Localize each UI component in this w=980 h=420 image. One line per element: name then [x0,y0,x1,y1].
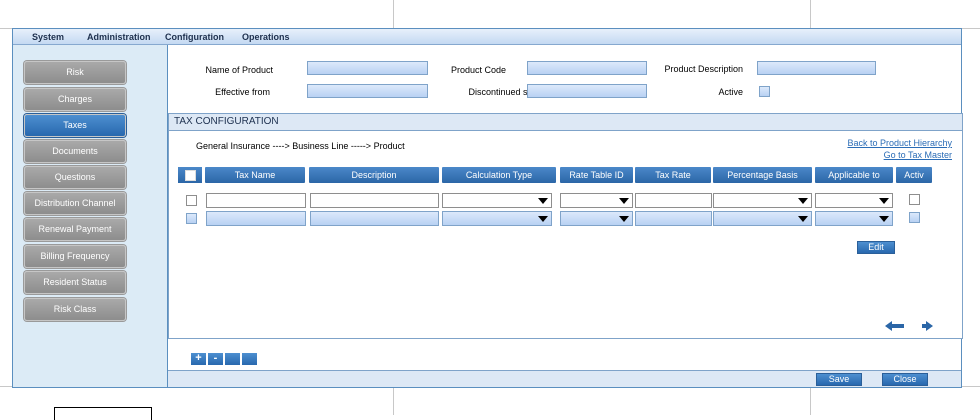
arrow-right-icon[interactable] [921,321,941,331]
select-all-checkbox[interactable] [185,170,196,181]
guide-line [961,386,980,387]
sidebar-item-risk[interactable]: Risk [24,61,126,84]
offscreen-box [54,407,152,420]
tax-name-input[interactable] [206,193,306,208]
chevron-down-icon [538,216,548,222]
chevron-down-icon [798,216,808,222]
product-name-input[interactable] [307,61,428,75]
rate-table-id-select[interactable] [560,193,633,208]
col-description: Description [309,167,439,183]
app-window: System Administration Configuration Oper… [12,28,963,388]
product-code-label: Product Code [450,65,506,75]
row-active-checkbox[interactable] [909,212,920,223]
guide-line [0,386,12,387]
tax-name-input[interactable] [206,211,306,226]
percentage-basis-select[interactable] [713,211,812,226]
go-to-tax-master-link[interactable]: Go to Tax Master [884,150,952,160]
chevron-down-icon [619,216,629,222]
main-content: Name of Product Product Code Product Des… [168,45,963,387]
guide-line [961,28,980,29]
product-description-label: Product Description [664,64,743,74]
col-tax-name: Tax Name [205,167,305,183]
sidebar-item-resident-status[interactable]: Resident Status [24,271,126,294]
active-label: Active [718,87,743,97]
chevron-down-icon [798,198,808,204]
chevron-down-icon [619,198,629,204]
chevron-down-icon [879,198,889,204]
tax-rate-input[interactable] [635,193,712,208]
rate-table-id-select[interactable] [560,211,633,226]
row-active-checkbox[interactable] [909,194,920,205]
discontinued-since-input[interactable] [527,84,647,98]
sidebar-item-questions[interactable]: Questions [24,166,126,189]
col-rate-table-id: Rate Table ID [560,167,633,183]
col-calculation-type: Calculation Type [442,167,556,183]
col-percentage-basis: Percentage Basis [713,167,812,183]
row-checkbox[interactable] [186,195,197,206]
active-checkbox[interactable] [759,86,770,97]
effective-from-label: Effective from [215,87,270,97]
sidebar-item-renewal-payment[interactable]: Renewal Payment [24,218,126,241]
col-active: Activ [896,167,932,183]
guide-line [810,387,811,415]
guide-line [0,28,12,29]
menu-administration[interactable]: Administration [87,32,151,42]
arrow-left-icon[interactable] [885,321,905,331]
add-row-button[interactable]: + [191,353,206,365]
footer-bar: Save Close [168,370,961,387]
toolbar-button[interactable] [242,353,257,365]
effective-from-input[interactable] [307,84,428,98]
chevron-down-icon [538,198,548,204]
calculation-type-select[interactable] [442,193,552,208]
breadcrumb: General Insurance ----> Business Line --… [196,141,405,151]
sidebar-item-billing-frequency[interactable]: Billing Frequency [24,245,126,268]
product-name-label: Name of Product [205,65,273,75]
description-input[interactable] [310,193,439,208]
chevron-down-icon [879,216,889,222]
sidebar-item-taxes[interactable]: Taxes [24,114,126,137]
back-to-product-hierarchy-link[interactable]: Back to Product Hierarchy [847,138,952,148]
edit-button[interactable]: Edit [857,241,895,254]
sidebar-item-charges[interactable]: Charges [24,88,126,111]
menu-bar: System Administration Configuration Oper… [13,29,961,45]
product-description-input[interactable] [757,61,876,75]
select-all-header [178,167,202,183]
save-button[interactable]: Save [816,373,862,386]
description-input[interactable] [310,211,439,226]
col-applicable-to: Applicable to [815,167,893,183]
close-button[interactable]: Close [882,373,928,386]
guide-line [393,387,394,415]
guide-line [810,0,811,28]
percentage-basis-select[interactable] [713,193,812,208]
tax-configuration-panel: TAX CONFIGURATION General Insurance ----… [168,113,963,339]
sidebar: Risk Charges Taxes Documents Questions D… [13,45,168,387]
panel-title: TAX CONFIGURATION [174,116,279,127]
panel-header: TAX CONFIGURATION [169,114,962,131]
row-checkbox[interactable] [186,213,197,224]
col-tax-rate: Tax Rate [635,167,711,183]
calculation-type-select[interactable] [442,211,552,226]
toolbar-button[interactable] [225,353,240,365]
sidebar-item-risk-class[interactable]: Risk Class [24,298,126,321]
sidebar-item-documents[interactable]: Documents [24,140,126,163]
applicable-to-select[interactable] [815,211,893,226]
menu-system[interactable]: System [32,32,64,42]
sidebar-item-distribution-channel[interactable]: Distribution Channel [24,192,126,215]
guide-line [393,0,394,28]
tax-rate-input[interactable] [635,211,712,226]
menu-configuration[interactable]: Configuration [165,32,224,42]
menu-operations[interactable]: Operations [242,32,290,42]
applicable-to-select[interactable] [815,193,893,208]
product-code-input[interactable] [527,61,647,75]
remove-row-button[interactable]: - [208,353,223,365]
